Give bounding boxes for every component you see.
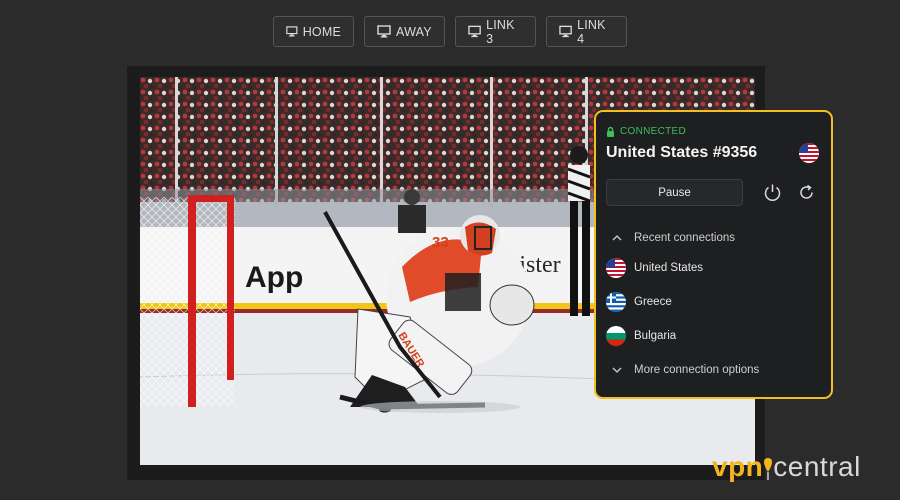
recent-connections-header: Recent connections [634,232,736,244]
recent-connection-greece[interactable]: Greece [606,292,819,312]
hockey-net [140,197,235,407]
more-options-label: More connection options [634,364,760,376]
monitor-icon [468,25,481,38]
link-label: AWAY [396,24,432,39]
pause-label: Pause [658,186,691,199]
us-flag-icon [606,258,626,278]
pause-button[interactable]: Pause [606,179,743,206]
link-button-4[interactable]: LINK 4 [546,16,627,47]
board-ad-app: App [245,261,303,294]
link-label: HOME [302,24,341,39]
link-label: LINK 4 [577,17,606,46]
greece-flag-icon [606,292,626,312]
link-button-home[interactable]: HOME [273,16,354,47]
country-label: United States [634,262,704,274]
recent-connections-toggle[interactable]: Recent connections [606,232,819,244]
refresh-icon [799,184,813,199]
watermark-central: central [773,451,861,482]
connection-status: CONNECTED [606,126,819,137]
disconnect-button[interactable] [761,182,783,204]
lock-icon [607,126,614,137]
watermark-vpn: vpn [712,451,764,482]
status-text: CONNECTED [620,126,687,137]
power-icon [764,184,780,201]
location-pin-icon [764,458,773,480]
link-button-away[interactable]: AWAY [364,16,445,47]
monitor-icon [286,26,298,37]
vpn-connection-panel: CONNECTED United States #9356 Pause Rece… [594,110,833,399]
link-button-3[interactable]: LINK 3 [455,16,536,47]
stream-link-bar: HOME AWAY LINK 3 LINK 4 [0,16,900,47]
chevron-up-icon [612,235,622,241]
vpncentral-watermark: vpn central [712,449,861,485]
us-flag-icon [799,143,819,163]
country-label: Greece [634,296,672,308]
bulgaria-flag-icon [606,326,626,346]
more-connection-options[interactable]: More connection options [606,364,819,376]
helmet-number: 33 [432,234,449,251]
chevron-down-icon [612,367,622,373]
recent-connection-bulgaria[interactable]: Bulgaria [606,326,819,346]
link-label: LINK 3 [486,17,515,46]
monitor-icon [559,25,572,38]
country-label: Bulgaria [634,330,677,342]
server-name: United States #9356 [606,144,758,161]
reconnect-button[interactable] [795,182,817,204]
monitor-icon [377,25,391,38]
recent-connection-united-states[interactable]: United States [606,258,819,278]
